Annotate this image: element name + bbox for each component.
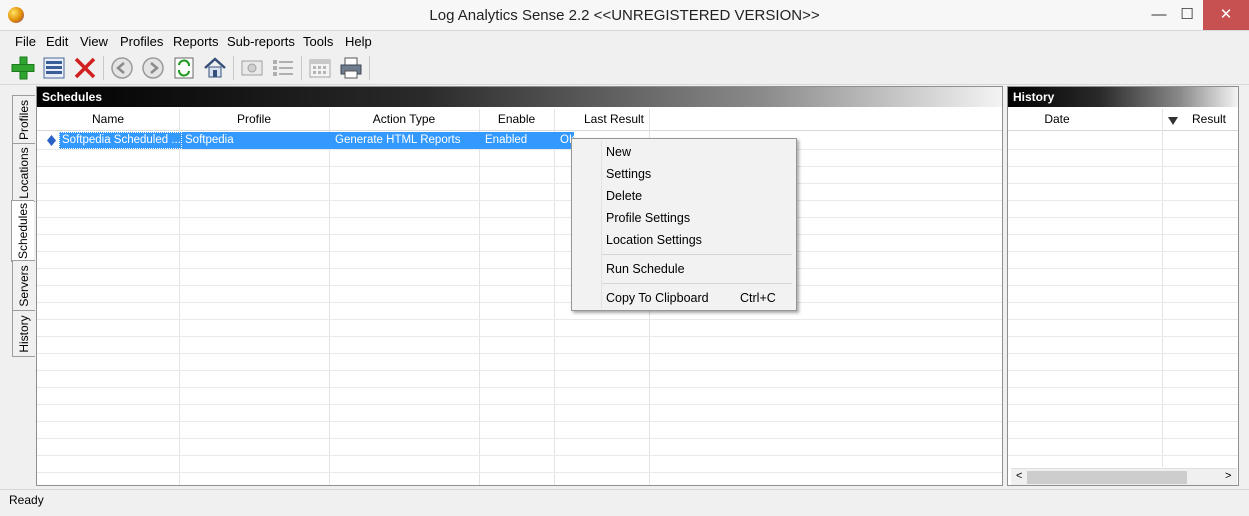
tab-servers[interactable]: Servers [12,260,35,312]
column-enable[interactable]: Enable [479,109,554,129]
scroll-right-arrow[interactable]: > [1225,470,1231,482]
print-icon[interactable] [338,55,364,81]
window-title: Log Analytics Sense 2.2 <<UNREGISTERED V… [429,7,820,24]
status-text: Ready [9,493,44,507]
cell-profile[interactable]: Softpedia [182,132,330,149]
tab-locations[interactable]: Locations [12,143,35,202]
delete-icon[interactable] [72,55,98,81]
forward-icon[interactable] [140,55,166,81]
column-result[interactable]: Result [1180,109,1238,129]
side-tab-strip: Profiles Locations Schedules Servers His… [9,90,35,485]
cell-action-type[interactable]: Generate HTML Reports [332,132,480,149]
context-menu-delete[interactable]: Delete [606,189,642,203]
list-icon[interactable] [270,55,296,81]
menu-tools[interactable]: Tools [303,34,333,49]
context-menu-location-settings[interactable]: Location Settings [606,233,702,247]
column-action-type[interactable]: Action Type [329,109,479,129]
column-profile[interactable]: Profile [179,109,329,129]
menu-edit[interactable]: Edit [46,34,68,49]
toolbar [0,51,1249,85]
tab-schedules[interactable]: Schedules [11,200,34,262]
column-name[interactable]: Name [37,109,179,129]
context-menu-profile-settings[interactable]: Profile Settings [606,211,690,225]
cell-name[interactable]: Softpedia Scheduled ... [59,132,182,149]
column-date[interactable]: Date [1008,109,1106,129]
sort-desc-icon[interactable] [1168,115,1178,125]
context-menu: New Settings Delete Profile Settings Loc… [571,138,797,311]
menu-bar: File Edit View Profiles Reports Sub-repo… [0,31,1249,51]
schedules-panel-title: Schedules [37,87,1002,107]
preview-icon[interactable] [239,55,265,81]
close-button[interactable]: ✕ [1203,0,1249,30]
add-icon[interactable] [10,55,36,81]
history-panel: History Date Result [1007,86,1239,486]
cell-enable[interactable]: Enabled [482,132,555,149]
menu-profiles[interactable]: Profiles [120,34,163,49]
scroll-left-arrow[interactable]: < [1016,470,1022,482]
menu-reports[interactable]: Reports [173,34,219,49]
context-menu-settings[interactable]: Settings [606,167,651,181]
refresh-icon[interactable] [171,55,197,81]
column-last-result[interactable]: Last Result [554,109,674,129]
title-bar: Log Analytics Sense 2.2 <<UNREGISTERED V… [0,0,1249,31]
menu-sub-reports[interactable]: Sub-reports [227,34,295,49]
scroll-thumb[interactable] [1027,471,1187,484]
home-icon[interactable] [202,55,228,81]
context-menu-copy-to-clipboard[interactable]: Copy To Clipboard [606,291,709,305]
back-icon[interactable] [109,55,135,81]
status-bar: Ready [0,489,1249,509]
calendar-icon[interactable] [307,55,333,81]
tab-profiles[interactable]: Profiles [12,95,35,145]
row-pointer-icon [46,135,57,146]
menu-view[interactable]: View [80,34,108,49]
menu-help[interactable]: Help [345,34,372,49]
menu-file[interactable]: File [15,34,36,49]
schedules-panel: Schedules Name Profile Action Type Enabl… [36,86,1003,486]
context-menu-run-schedule[interactable]: Run Schedule [606,262,685,276]
history-panel-title: History [1008,87,1238,107]
context-menu-new[interactable]: New [606,145,631,159]
maximize-button[interactable]: ☐ [1170,0,1204,30]
tab-history[interactable]: History [12,310,35,357]
history-horizontal-scrollbar[interactable]: < > [1011,468,1237,485]
properties-icon[interactable] [41,55,67,81]
context-menu-copy-shortcut: Ctrl+C [740,291,776,305]
